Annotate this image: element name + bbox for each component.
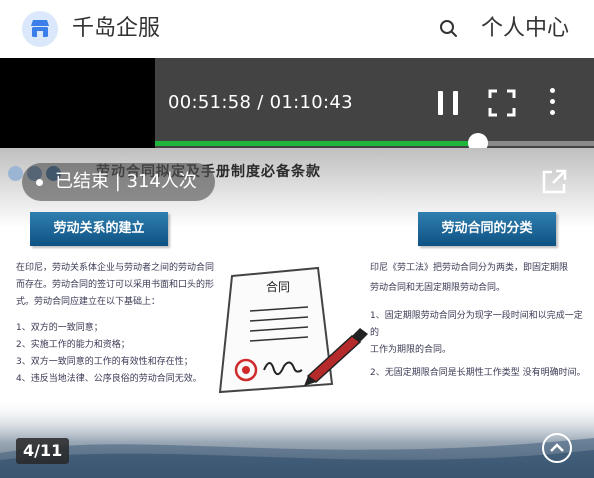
left-section-heading: 劳动关系的建立 [30, 212, 168, 246]
list-item: 工作为期限的合同。 [370, 345, 452, 355]
list-item: 1、双方的一致同意； [16, 323, 103, 333]
chevron-up-icon[interactable] [542, 433, 572, 463]
list-item: 2、无固定期限合同是长期性工作类型 没有明确时间。 [370, 368, 586, 378]
svg-text:合同: 合同 [266, 279, 290, 294]
app-header: 千岛企服 个人中心 [0, 0, 594, 58]
page-indicator: 4/11 [16, 438, 70, 464]
video-area [0, 58, 155, 148]
more-options-icon[interactable] [547, 88, 557, 118]
user-center-link[interactable]: 个人中心 [481, 14, 569, 44]
video-player[interactable]: 00:51:58 / 01:10:43 劳动合同拟定及手册制度必备条款 已结束 … [0, 58, 594, 478]
left-intro: 在印尼，劳动关系体企业与劳动者之间的劳动合同 而存在。劳动合同的签订可以采用书面… [16, 263, 215, 307]
slide-footer-wave [0, 398, 594, 478]
list-item: 4、违反当地法律、公序良俗的劳动合同无效。 [16, 374, 202, 384]
right-section-heading: 劳动合同的分类 [418, 212, 556, 246]
status-badge: 已结束 | 314人次 [22, 163, 215, 201]
share-icon[interactable] [540, 168, 568, 196]
list-item: 1、固定期限劳动合同分为现字一段时间和以完成一定的 [370, 311, 583, 338]
left-list: 1、双方的一致同意； 2、实施工作的能力和资格； 3、双方一致同意的工作的有效性… [16, 320, 216, 388]
contract-illustration: 合同 [218, 266, 368, 394]
right-intro: 印尼《劳工法》把劳动合同分为两类，即固定期限 劳动合同和无固定期限劳动合同。 [370, 263, 569, 293]
search-icon[interactable] [439, 19, 459, 39]
progress-bar[interactable] [155, 133, 594, 153]
fullscreen-icon[interactable] [488, 89, 516, 117]
store-icon[interactable] [22, 11, 58, 47]
time-display: 00:51:58 / 01:10:43 [168, 92, 353, 113]
list-item: 2、实施工作的能力和资格； [16, 340, 130, 350]
pause-icon[interactable] [438, 91, 458, 115]
player-control-bar: 00:51:58 / 01:10:43 [155, 58, 594, 148]
progress-fill [155, 141, 478, 146]
brand-name: 千岛企服 [72, 16, 161, 41]
slide-content: 劳动合同拟定及手册制度必备条款 已结束 | 314人次 劳动关系的建立 劳动合同… [0, 148, 594, 478]
list-item: 3、双方一致同意的工作的有效性和存在性； [16, 357, 193, 367]
right-list: 1、固定期限劳动合同分为现字一段时间和以完成一定的 工作为期限的合同。 2、无固… [370, 308, 590, 382]
